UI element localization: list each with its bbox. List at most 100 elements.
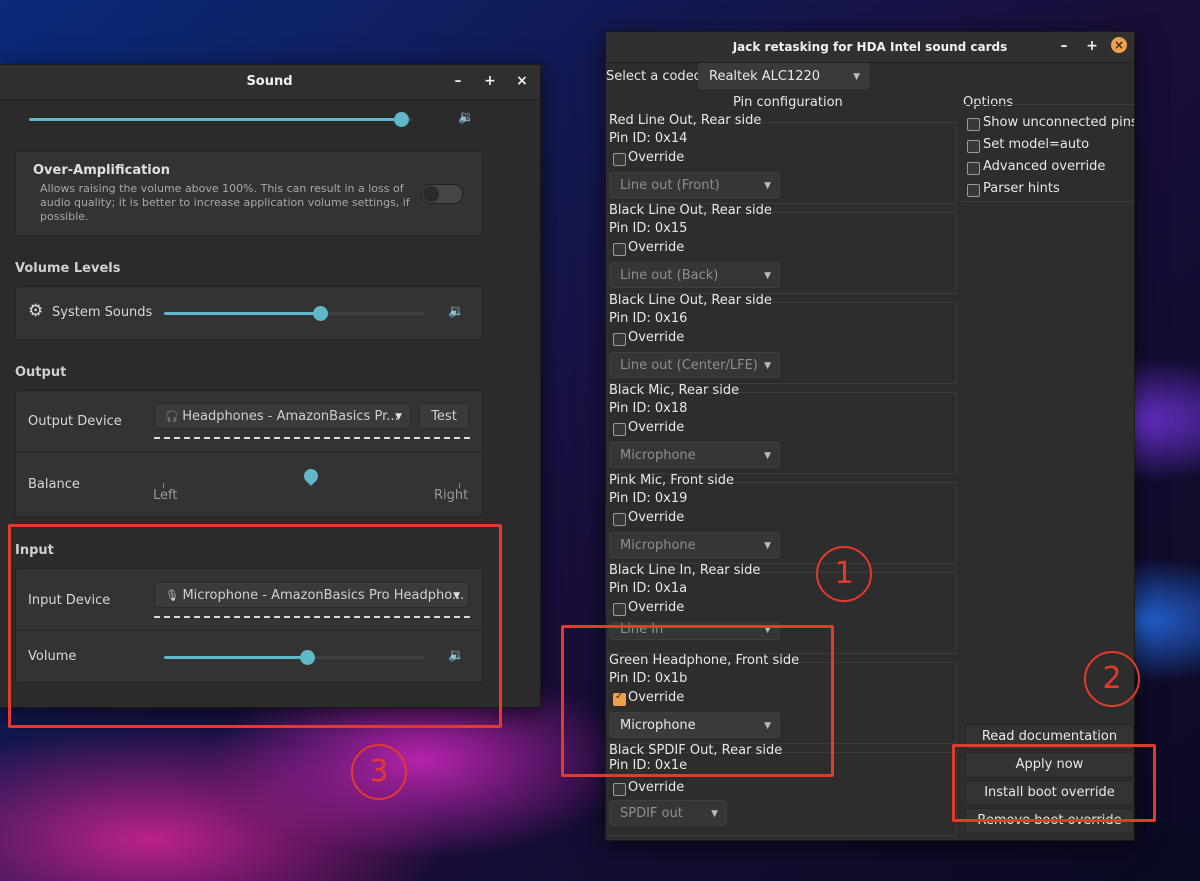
toggle-knob	[423, 186, 439, 202]
over-amplification-card: Over-Amplification Allows raising the vo…	[15, 151, 483, 236]
pin-item: Black Line Out, Rear side Pin ID: 0x15 O…	[606, 203, 958, 294]
pin-item: Black Line Out, Rear side Pin ID: 0x16 O…	[606, 293, 958, 384]
pin-id: Pin ID: 0x18	[609, 401, 688, 416]
annotation-marker-2: 2	[1084, 651, 1140, 707]
test-button[interactable]: Test	[419, 403, 469, 429]
highlight-box-headphone-pin	[561, 625, 834, 777]
master-volume-slider[interactable]	[29, 112, 413, 127]
balance-handle[interactable]	[301, 466, 321, 486]
balance-left-label: Left	[153, 488, 178, 503]
pin-id: Pin ID: 0x1a	[609, 581, 688, 596]
chevron-down-icon: ▼	[764, 271, 771, 281]
override-label: Override	[628, 780, 685, 795]
system-sounds-fill	[164, 312, 320, 315]
system-sounds-card: ⚙ System Sounds 🔉	[15, 286, 483, 340]
pin-item: Black Mic, Rear side Pin ID: 0x18 Overri…	[606, 383, 958, 474]
pin-name: Black Mic, Rear side	[609, 383, 740, 398]
pin-name: Pink Mic, Front side	[609, 473, 734, 488]
highlight-box-buttons	[952, 744, 1156, 822]
gear-icon: ⚙	[28, 301, 44, 321]
parser-hints-checkbox[interactable]	[967, 184, 980, 197]
advanced-override-checkbox[interactable]	[967, 162, 980, 175]
chevron-down-icon: ▼	[395, 412, 402, 422]
option-show-unconnected: Show unconnected pins	[983, 115, 1135, 130]
override-label: Override	[628, 150, 685, 165]
pin-configuration-heading: Pin configuration	[733, 95, 843, 110]
override-checkbox[interactable]	[613, 603, 626, 616]
pin-function-value: SPDIF out	[620, 806, 683, 821]
master-volume-fill	[29, 118, 401, 121]
annotation-marker-3: 3	[351, 744, 407, 800]
pin-function-dropdown[interactable]: SPDIF out ▼	[609, 800, 727, 826]
jack-titlebar: Jack retasking for HDA Intel sound cards…	[606, 32, 1134, 63]
override-label: Override	[628, 510, 685, 525]
pin-function-dropdown[interactable]: Line out (Center/LFE) ▼	[609, 352, 780, 378]
codec-dropdown[interactable]: Realtek ALC1220 ▼	[698, 63, 869, 89]
pin-function-value: Line out (Front)	[620, 178, 720, 193]
over-amplification-desc-1: Allows raising the volume above 100%. Th…	[40, 182, 404, 195]
divider	[16, 451, 482, 452]
set-model-auto-checkbox[interactable]	[967, 140, 980, 153]
pin-id: Pin ID: 0x19	[609, 491, 688, 506]
close-button[interactable]: ×	[1111, 37, 1127, 53]
pin-function-dropdown[interactable]: Microphone ▼	[609, 442, 780, 468]
close-button[interactable]: ×	[513, 72, 531, 90]
minimize-button[interactable]: –	[1055, 37, 1073, 55]
pin-name: Black Line Out, Rear side	[609, 203, 772, 218]
volume-levels-heading: Volume Levels	[15, 261, 121, 276]
pin-name: Black Line In, Rear side	[609, 563, 761, 578]
pin-name: Red Line Out, Rear side	[609, 113, 762, 128]
pin-id: Pin ID: 0x15	[609, 221, 688, 236]
over-amplification-desc-3: possible.	[40, 210, 89, 223]
pin-function-dropdown[interactable]: Line out (Back) ▼	[609, 262, 780, 288]
output-level-indicator	[154, 437, 470, 439]
override-checkbox[interactable]	[613, 783, 626, 796]
pin-function-dropdown[interactable]: Microphone ▼	[609, 532, 780, 558]
chevron-down-icon: ▼	[711, 809, 718, 819]
codec-label: Select a codec:	[606, 69, 706, 84]
output-device-value: Headphones - AmazonBasics Pr...	[182, 409, 399, 424]
option-parser-hints: Parser hints	[983, 181, 1060, 196]
master-volume-handle[interactable]	[394, 112, 409, 127]
pin-function-value: Microphone	[620, 538, 696, 553]
minimize-button[interactable]: –	[449, 72, 467, 90]
override-label: Override	[628, 240, 685, 255]
balance-right-label: Right	[434, 488, 469, 503]
chevron-down-icon: ▼	[764, 541, 771, 551]
codec-value: Realtek ALC1220	[709, 69, 821, 84]
option-advanced-override: Advanced override	[983, 159, 1106, 174]
show-unconnected-checkbox[interactable]	[967, 118, 980, 131]
pin-function-dropdown[interactable]: Line out (Front) ▼	[609, 172, 780, 198]
chevron-down-icon: ▼	[764, 361, 771, 371]
pin-function-value: Line out (Back)	[620, 268, 719, 283]
chevron-down-icon: ▼	[764, 451, 771, 461]
highlight-box-input	[8, 524, 502, 728]
system-sounds-handle[interactable]	[313, 306, 328, 321]
balance-label: Balance	[28, 477, 80, 492]
maximize-button[interactable]: +	[481, 72, 499, 90]
override-label: Override	[628, 600, 685, 615]
override-checkbox[interactable]	[613, 243, 626, 256]
system-sounds-slider[interactable]	[164, 306, 424, 321]
over-amplification-title: Over-Amplification	[33, 163, 170, 178]
pin-item: Pink Mic, Front side Pin ID: 0x19 Overri…	[606, 473, 958, 564]
override-label: Override	[628, 420, 685, 435]
output-heading: Output	[15, 365, 67, 380]
maximize-button[interactable]: +	[1083, 37, 1101, 55]
headphones-icon: 🎧	[165, 410, 183, 423]
pin-function-value: Microphone	[620, 448, 696, 463]
override-checkbox[interactable]	[613, 333, 626, 346]
speaker-icon: 🔉	[448, 304, 465, 319]
option-set-model-auto: Set model=auto	[983, 137, 1090, 152]
over-amplification-toggle[interactable]	[421, 184, 463, 204]
annotation-marker-1: 1	[816, 546, 872, 602]
pin-item: Red Line Out, Rear side Pin ID: 0x14 Ove…	[606, 113, 958, 204]
over-amplification-desc-2: audio quality; it is better to increase …	[40, 196, 410, 209]
output-device-dropdown[interactable]: 🎧 Headphones - AmazonBasics Pr... ▼	[154, 403, 411, 429]
override-checkbox[interactable]	[613, 513, 626, 526]
speaker-icon: 🔉	[458, 110, 475, 125]
override-checkbox[interactable]	[613, 423, 626, 436]
override-checkbox[interactable]	[613, 153, 626, 166]
override-label: Override	[628, 330, 685, 345]
sound-titlebar: Sound – + ×	[0, 65, 540, 100]
